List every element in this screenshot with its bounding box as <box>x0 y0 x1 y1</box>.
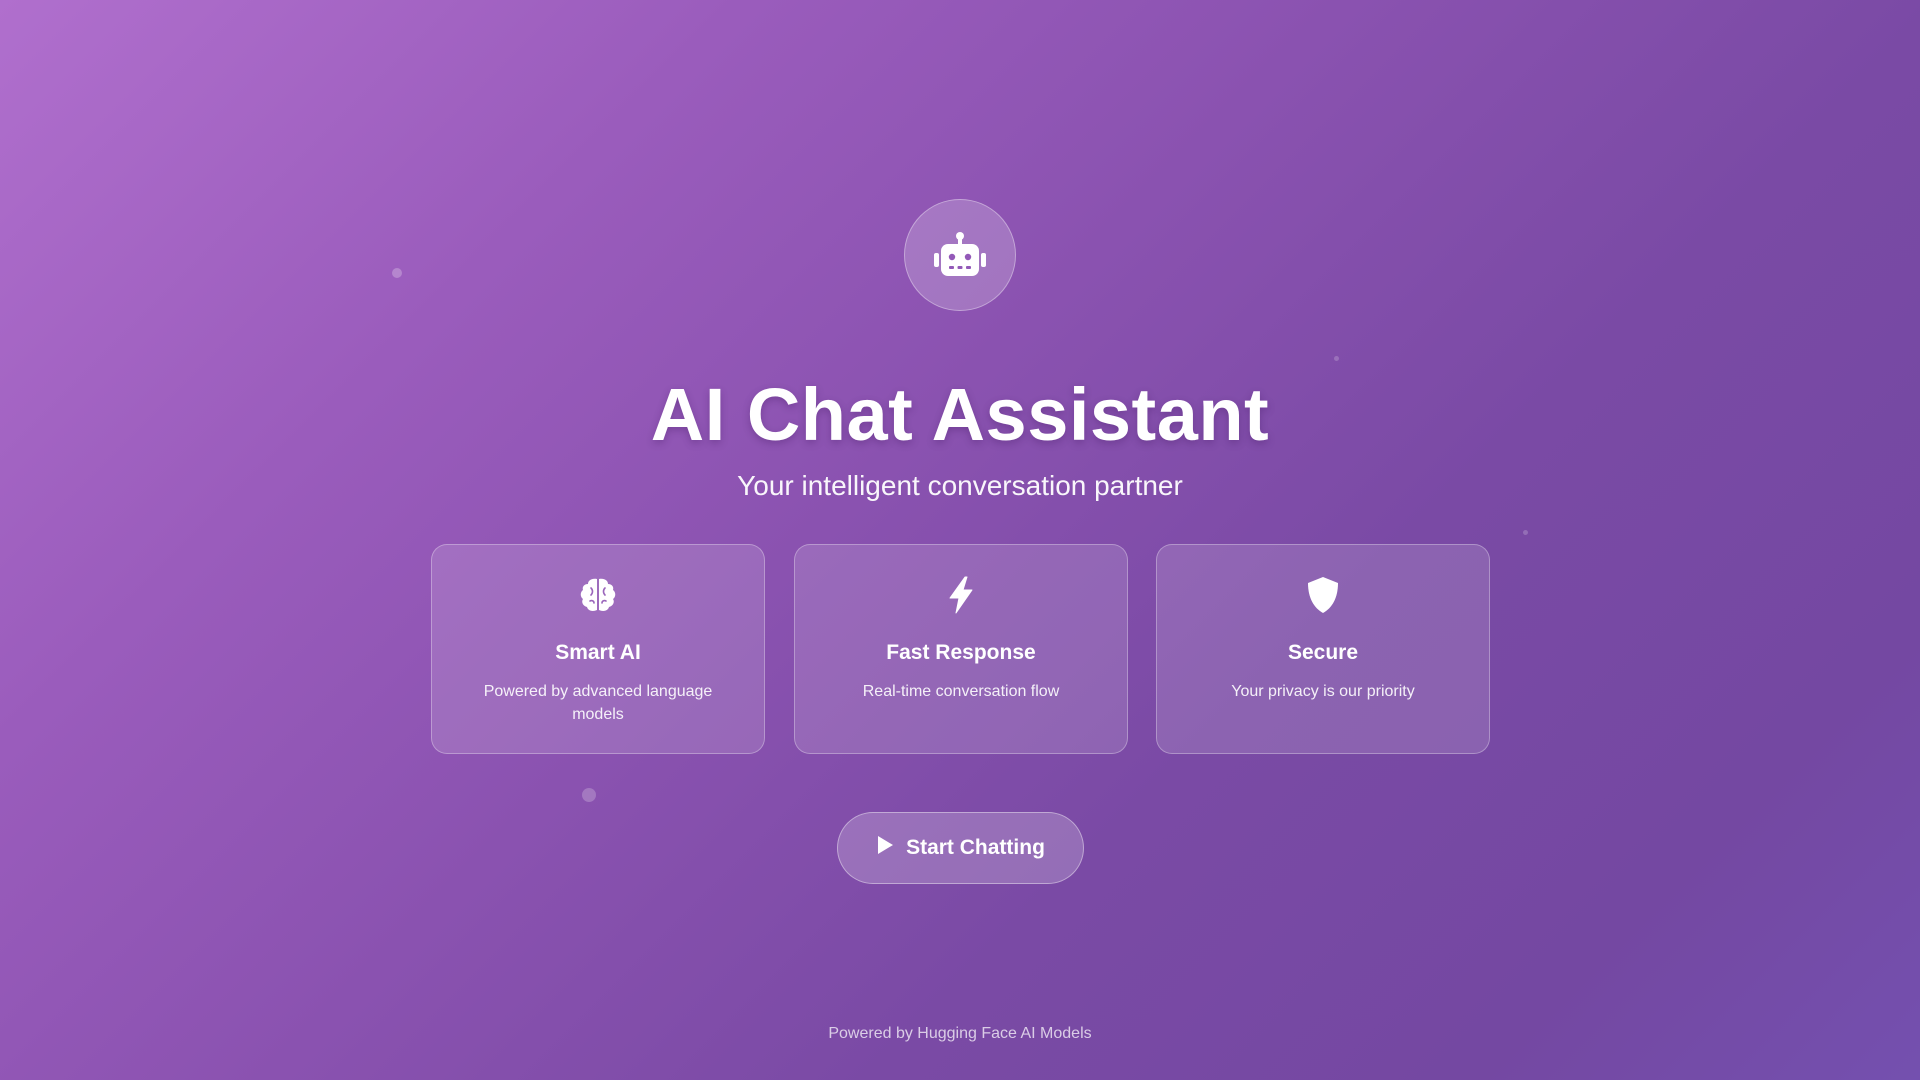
decorative-particle <box>1523 530 1528 535</box>
decorative-particle <box>392 268 402 278</box>
feature-title: Smart AI <box>555 641 641 664</box>
page-subtitle: Your intelligent conversation partner <box>737 470 1183 501</box>
feature-description: Your privacy is our priority <box>1231 683 1415 700</box>
feature-title: Fast Response <box>886 641 1036 664</box>
feature-card-fast-response: Fast Response Real-time conversation flo… <box>794 544 1128 754</box>
start-chatting-button[interactable]: Start Chatting <box>837 812 1084 884</box>
feature-card-smart-ai: Smart AI Powered by advanced language mo… <box>431 544 765 754</box>
decorative-particle <box>1334 356 1339 361</box>
brain-icon <box>432 575 764 615</box>
robot-icon <box>904 199 1016 311</box>
feature-description: Real-time conversation flow <box>862 683 1060 700</box>
decorative-particle <box>582 788 596 802</box>
lightning-bolt-icon <box>795 575 1127 615</box>
page-title: AI Chat Assistant <box>650 373 1270 456</box>
play-icon <box>876 835 894 861</box>
feature-description: Powered by advanced language models <box>483 683 713 723</box>
shield-icon <box>1157 575 1489 615</box>
feature-title: Secure <box>1287 641 1359 664</box>
feature-card-secure: Secure Your privacy is our priority <box>1156 544 1490 754</box>
start-chatting-label: Start Chatting <box>906 836 1045 859</box>
footer-text: Powered by Hugging Face AI Models <box>828 1025 1092 1042</box>
